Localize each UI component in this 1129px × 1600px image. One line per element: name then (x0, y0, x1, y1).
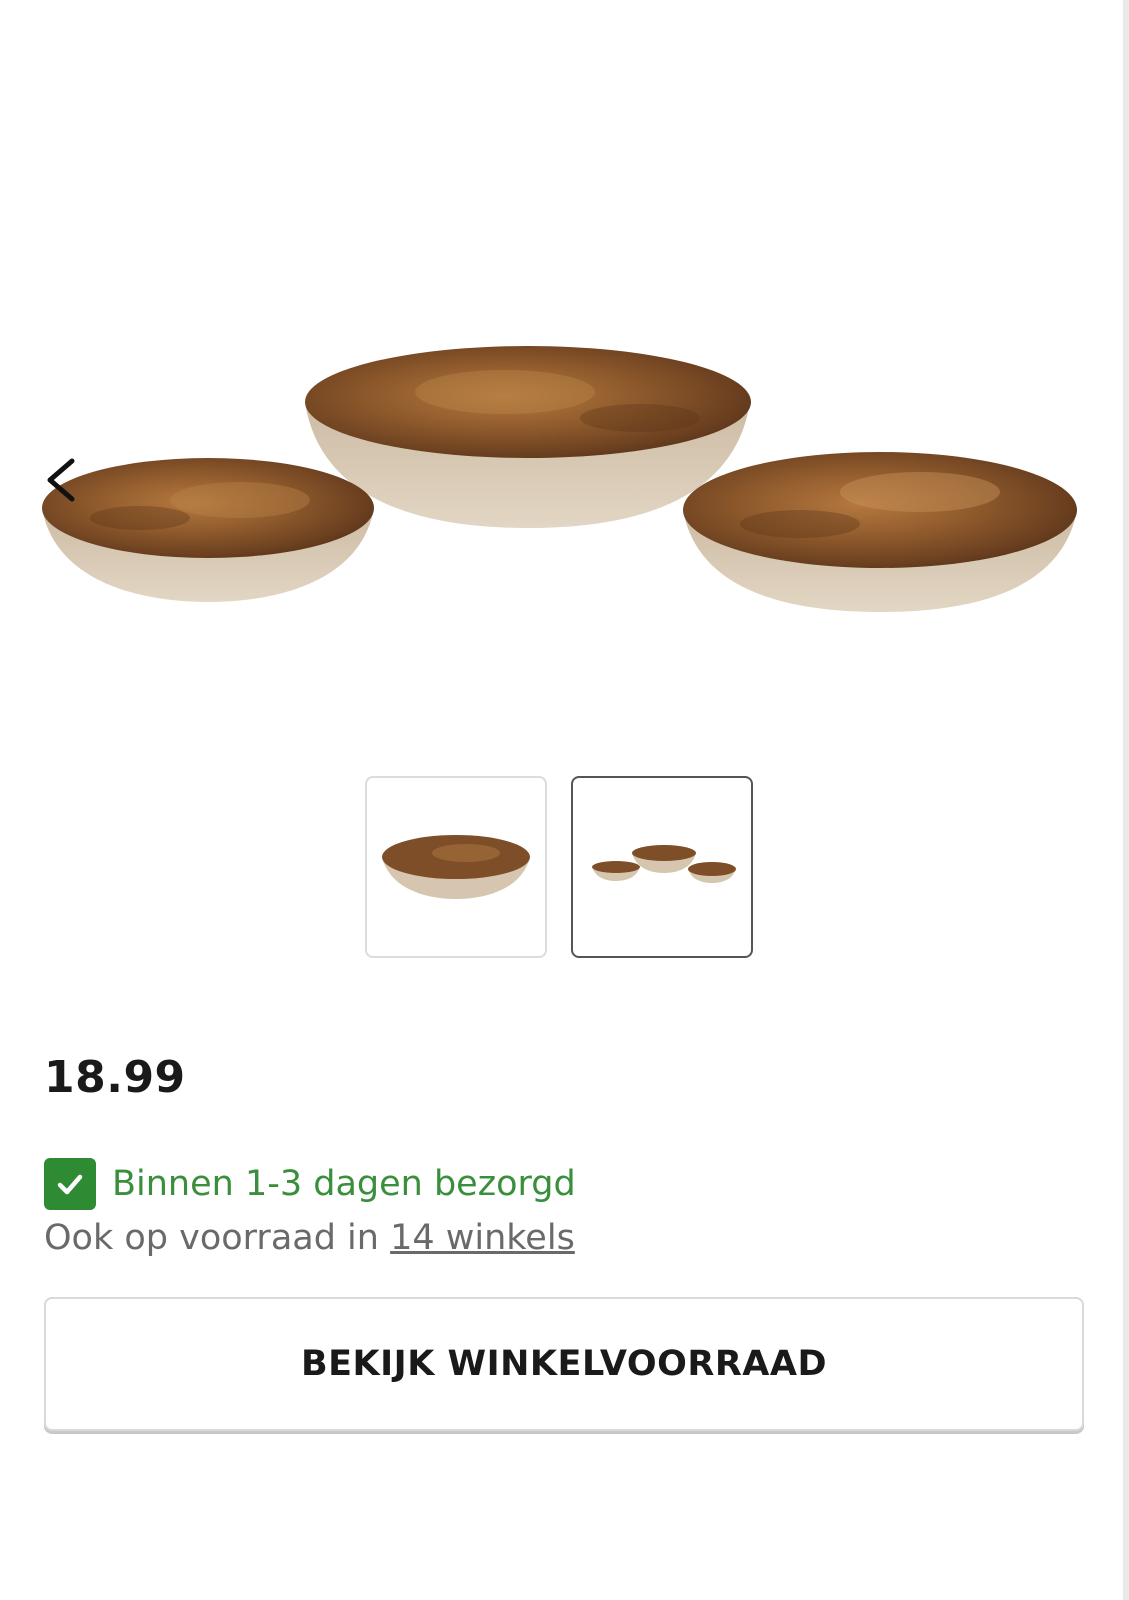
stock-prefix: Ook op voorraad in (44, 1218, 391, 1258)
delivery-status: Binnen 1-3 dagen bezorgd (44, 1158, 576, 1210)
thumbnail-three-bowls[interactable] (571, 776, 753, 958)
bowl-small-left (42, 458, 374, 602)
bowl-small-right (683, 452, 1077, 612)
single-bowl-image (382, 835, 530, 899)
three-bowls-image (592, 845, 736, 883)
thumbnail-single-bowl[interactable] (365, 776, 547, 958)
thumbnail-strip (365, 776, 753, 958)
stores-link[interactable]: 14 winkels (390, 1218, 575, 1258)
delivery-text: Binnen 1-3 dagen bezorgd (112, 1164, 576, 1204)
checkmark-icon (44, 1158, 96, 1210)
product-image (42, 346, 1077, 612)
view-store-stock-button[interactable]: BEKIJK WINKELVOORRAAD (44, 1297, 1084, 1431)
store-stock-info: Ook op voorraad in 14 winkels (44, 1218, 575, 1258)
product-price: 18.99 (44, 1052, 186, 1103)
chevron-left-icon[interactable] (38, 455, 88, 505)
page-edge (1123, 0, 1129, 1600)
